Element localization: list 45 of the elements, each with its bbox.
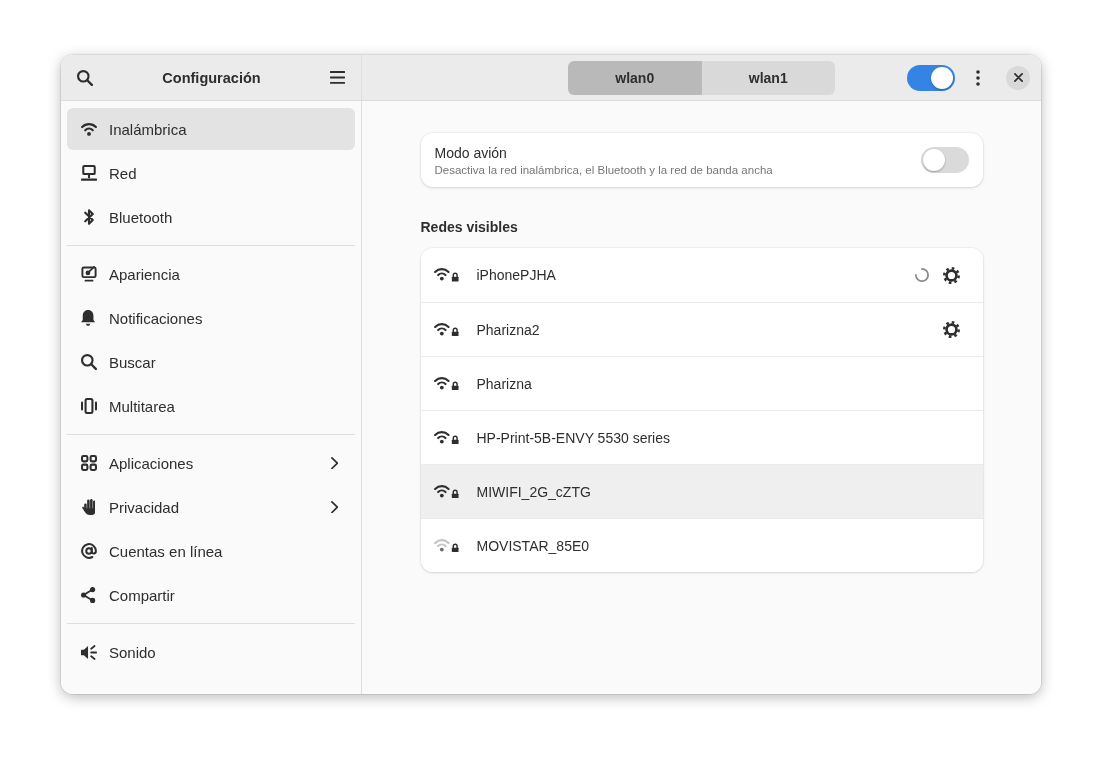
sidebar-title: Configuración: [162, 69, 261, 86]
bluetooth-icon: [83, 209, 94, 225]
network-row[interactable]: iPhonePJHA: [420, 248, 983, 302]
sidebar-item[interactable]: Privacidad: [67, 486, 355, 528]
sidebar-item[interactable]: Apariencia: [67, 253, 355, 295]
wifi-switch[interactable]: [907, 64, 955, 91]
airplane-mode-switch[interactable]: [920, 147, 969, 173]
settings-icon[interactable]: [942, 266, 960, 284]
sidebar-item[interactable]: Compartir: [67, 574, 355, 616]
close-button[interactable]: [1006, 65, 1030, 90]
computer-icon: [80, 165, 97, 181]
search-icon: [80, 354, 97, 370]
sidebar-item[interactable]: Cuentas en línea: [67, 530, 355, 572]
device-tab[interactable]: wlan1: [701, 60, 835, 95]
section-title: Redes visibles: [420, 219, 519, 235]
sidebar-item[interactable]: Red: [67, 152, 355, 194]
network-row[interactable]: MOVISTAR_85E0: [420, 518, 983, 572]
sidebar-item[interactable]: Sonido: [67, 631, 355, 673]
menu-icon[interactable]: [330, 71, 345, 84]
device-tab[interactable]: wlan0: [568, 60, 702, 95]
monitor-icon: [80, 266, 97, 282]
network-row[interactable]: Pharizna: [420, 356, 983, 410]
sidebar-item[interactable]: Aplicaciones: [67, 442, 355, 484]
sidebar-item[interactable]: Notificaciones: [67, 297, 355, 339]
network-row[interactable]: MIWIFI_2G_cZTG: [420, 464, 983, 518]
sidebar-item[interactable]: Inalámbrica: [67, 108, 355, 150]
close-icon: [1013, 73, 1023, 82]
hand-icon: [81, 499, 96, 515]
network-row[interactable]: Pharizna2: [420, 302, 983, 356]
at-sign-icon: [80, 543, 97, 559]
sidebar-item[interactable]: Bluetooth: [67, 196, 355, 238]
wifi-icon: [80, 122, 97, 136]
carousel-icon: [80, 398, 97, 414]
more-icon[interactable]: [976, 69, 980, 86]
network-row[interactable]: HP-Print-5B-ENVY 5530 series: [420, 410, 983, 464]
grid-icon: [80, 455, 97, 471]
speaker-icon: [80, 644, 97, 660]
sidebar-item[interactable]: Buscar: [67, 341, 355, 383]
bell-icon: [81, 310, 96, 326]
sidebar-item[interactable]: Multitarea: [67, 385, 355, 427]
search-icon[interactable]: [77, 69, 93, 86]
airplane-mode-description: Desactiva la red inalámbrica, el Bluetooth y la red de banda ancha: [434, 163, 774, 176]
settings-icon[interactable]: [942, 321, 960, 338]
share-icon: [81, 587, 96, 603]
airplane-mode-title: Modo avión: [434, 144, 508, 161]
